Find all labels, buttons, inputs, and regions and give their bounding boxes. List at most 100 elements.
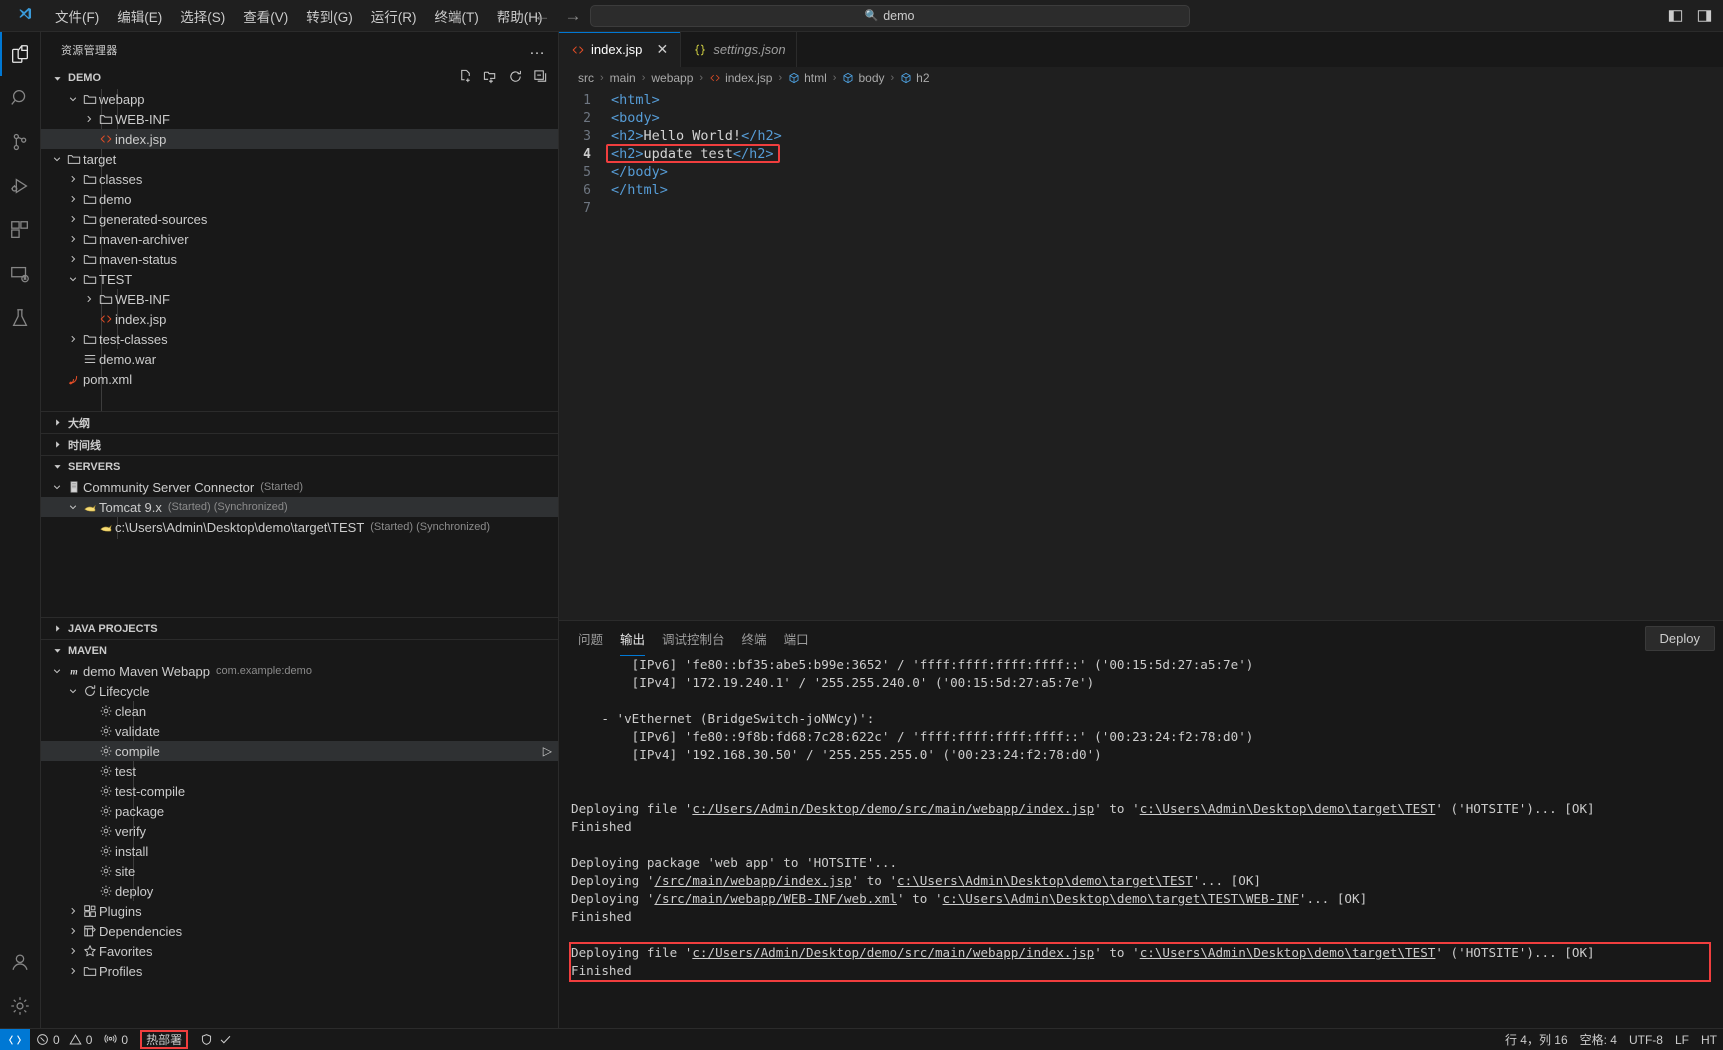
maven-item-row[interactable]: Favorites bbox=[41, 941, 558, 961]
breadcrumb-item[interactable]: src bbox=[578, 71, 594, 85]
chevron-right-icon[interactable] bbox=[65, 926, 81, 936]
menu-run[interactable]: 运行(R) bbox=[362, 2, 426, 30]
tab-settings.json[interactable]: settings.json bbox=[681, 32, 796, 67]
code-editor[interactable]: 1<html>2<body>3<h2>Hello World!</h2>4<h2… bbox=[559, 89, 1723, 620]
explorer-item-row[interactable]: demo bbox=[41, 189, 558, 209]
maven-item-row[interactable]: compile▷ bbox=[41, 741, 558, 761]
chevron-right-icon[interactable] bbox=[65, 214, 81, 224]
explorer-item-row[interactable]: maven-status bbox=[41, 249, 558, 269]
remote-window-indicator[interactable] bbox=[0, 1029, 30, 1050]
activity-explorer-icon[interactable] bbox=[0, 32, 41, 76]
activity-remote-explorer-icon[interactable] bbox=[0, 252, 41, 296]
new-file-icon[interactable] bbox=[458, 69, 473, 87]
chevron-right-icon[interactable] bbox=[65, 234, 81, 244]
maven-tree[interactable]: mdemo Maven Webappcom.example:demoLifecy… bbox=[41, 661, 558, 981]
editor-tab-bar[interactable]: index.jsp✕settings.json bbox=[559, 32, 1723, 67]
explorer-item-row[interactable]: maven-archiver bbox=[41, 229, 558, 249]
status-encoding[interactable]: UTF-8 bbox=[1623, 1029, 1669, 1050]
maven-item-row[interactable]: mdemo Maven Webappcom.example:demo bbox=[41, 661, 558, 681]
code-content[interactable]: <h2>Hello World!</h2> bbox=[611, 128, 782, 144]
maven-item-row[interactable]: install bbox=[41, 841, 558, 861]
maven-item-row[interactable]: test bbox=[41, 761, 558, 781]
panel-tab-4[interactable]: 端口 bbox=[784, 621, 809, 656]
menu-view[interactable]: 查看(V) bbox=[234, 2, 297, 30]
explorer-item-row[interactable]: demo.war bbox=[41, 349, 558, 369]
chevron-right-icon[interactable] bbox=[81, 114, 97, 124]
status-eol[interactable]: LF bbox=[1669, 1029, 1695, 1050]
maven-item-row[interactable]: site bbox=[41, 861, 558, 881]
code-line[interactable]: 2<body> bbox=[559, 109, 1723, 127]
explorer-item-row[interactable]: classes bbox=[41, 169, 558, 189]
chevron-right-icon[interactable] bbox=[65, 906, 81, 916]
explorer-tree[interactable]: webappWEB-INFindex.jsptargetclassesdemog… bbox=[41, 89, 558, 411]
chevron-down-icon[interactable] bbox=[65, 502, 81, 512]
output-console[interactable]: [IPv6] 'fe80::bf35:abe5:b99e:3652' / 'ff… bbox=[559, 656, 1723, 1028]
explorer-item-row[interactable]: webapp bbox=[41, 89, 558, 109]
code-line[interactable]: 4<h2>update test</h2> bbox=[559, 145, 1723, 163]
explorer-item-row[interactable]: index.jsp bbox=[41, 309, 558, 329]
output-path-link[interactable]: c:\Users\Admin\Desktop\demo\target\TEST bbox=[1140, 801, 1436, 816]
code-line[interactable]: 5</body> bbox=[559, 163, 1723, 181]
chevron-down-icon[interactable] bbox=[49, 482, 65, 492]
output-path-link[interactable]: c:/Users/Admin/Desktop/demo/src/main/web… bbox=[692, 801, 1094, 816]
activity-accounts-icon[interactable] bbox=[0, 940, 41, 984]
code-content[interactable]: <html> bbox=[611, 92, 660, 108]
server-item-row[interactable]: Community Server Connector(Started) bbox=[41, 477, 558, 497]
status-radio-tower[interactable]: 0 bbox=[98, 1029, 134, 1050]
maven-item-row[interactable]: clean bbox=[41, 701, 558, 721]
breadcrumb[interactable]: src›main›webapp›index.jsp›html›body›h2 bbox=[559, 67, 1723, 89]
run-maven-goal-icon[interactable]: ▷ bbox=[543, 744, 552, 758]
breadcrumb-item[interactable]: index.jsp bbox=[709, 71, 772, 85]
code-line[interactable]: 6</html> bbox=[559, 181, 1723, 199]
menu-go[interactable]: 转到(G) bbox=[297, 2, 362, 30]
chevron-right-icon[interactable] bbox=[65, 946, 81, 956]
servers-tree[interactable]: Community Server Connector(Started)Tomca… bbox=[41, 477, 558, 599]
collapse-all-icon[interactable] bbox=[533, 69, 548, 87]
new-folder-icon[interactable] bbox=[483, 69, 498, 87]
output-path-link[interactable]: /src/main/webapp/index.jsp bbox=[654, 873, 851, 888]
explorer-item-row[interactable]: TEST bbox=[41, 269, 558, 289]
toggle-primary-sidebar-icon[interactable] bbox=[1667, 9, 1684, 23]
maven-item-row[interactable]: Lifecycle bbox=[41, 681, 558, 701]
section-header-servers[interactable]: SERVERS bbox=[41, 455, 558, 477]
maven-item-row[interactable]: Dependencies bbox=[41, 921, 558, 941]
panel-tab-0[interactable]: 问题 bbox=[578, 621, 603, 656]
maven-item-row[interactable]: Profiles bbox=[41, 961, 558, 981]
code-content[interactable]: </body> bbox=[611, 164, 668, 180]
output-path-link[interactable]: /src/main/webapp/WEB-INF/web.xml bbox=[654, 891, 897, 906]
activity-run-debug-icon[interactable] bbox=[0, 164, 41, 208]
chevron-down-icon[interactable] bbox=[49, 154, 65, 164]
status-cursor-position[interactable]: 行 4，列 16 bbox=[1499, 1029, 1574, 1050]
refresh-explorer-icon[interactable] bbox=[508, 69, 523, 87]
panel-tab-1[interactable]: 输出 bbox=[620, 621, 645, 656]
deploy-button[interactable]: Deploy bbox=[1645, 626, 1715, 651]
output-path-link[interactable]: c:\Users\Admin\Desktop\demo\target\TEST bbox=[897, 873, 1193, 888]
chevron-down-icon[interactable] bbox=[65, 686, 81, 696]
code-line[interactable]: 1<html> bbox=[559, 91, 1723, 109]
server-item-row[interactable]: Tomcat 9.x(Started) (Synchronized) bbox=[41, 497, 558, 517]
section-header-java-projects[interactable]: JAVA PROJECTS bbox=[41, 617, 558, 639]
maven-item-row[interactable]: validate bbox=[41, 721, 558, 741]
status-hot-deploy[interactable]: 热部署 bbox=[134, 1029, 194, 1050]
panel-tab-3[interactable]: 终端 bbox=[742, 621, 767, 656]
chevron-right-icon[interactable] bbox=[65, 254, 81, 264]
chevron-down-icon[interactable] bbox=[65, 274, 81, 284]
panel-tab-bar[interactable]: 问题输出调试控制台终端端口 bbox=[559, 621, 1723, 656]
section-header-outline[interactable]: 大纲 bbox=[41, 411, 558, 433]
customize-layout-icon[interactable] bbox=[1696, 9, 1713, 23]
maven-item-row[interactable]: deploy bbox=[41, 881, 558, 901]
activity-settings-gear-icon[interactable] bbox=[0, 984, 41, 1028]
code-content[interactable]: <h2>update test</h2> bbox=[611, 146, 774, 162]
section-header-demo[interactable]: DEMO bbox=[41, 67, 558, 89]
explorer-item-row[interactable]: WEB-INF bbox=[41, 109, 558, 129]
code-line[interactable]: 3<h2>Hello World!</h2> bbox=[559, 127, 1723, 145]
panel-tab-2[interactable]: 调试控制台 bbox=[662, 621, 725, 656]
chevron-right-icon[interactable] bbox=[65, 174, 81, 184]
back-arrow-icon[interactable]: ← bbox=[534, 7, 551, 24]
code-content[interactable]: </html> bbox=[611, 182, 668, 198]
code-line[interactable]: 7 bbox=[559, 199, 1723, 217]
chevron-down-icon[interactable] bbox=[65, 94, 81, 104]
breadcrumb-item[interactable]: body bbox=[842, 71, 884, 85]
activity-source-control-icon[interactable] bbox=[0, 120, 41, 164]
explorer-item-row[interactable]: index.jsp bbox=[41, 129, 558, 149]
